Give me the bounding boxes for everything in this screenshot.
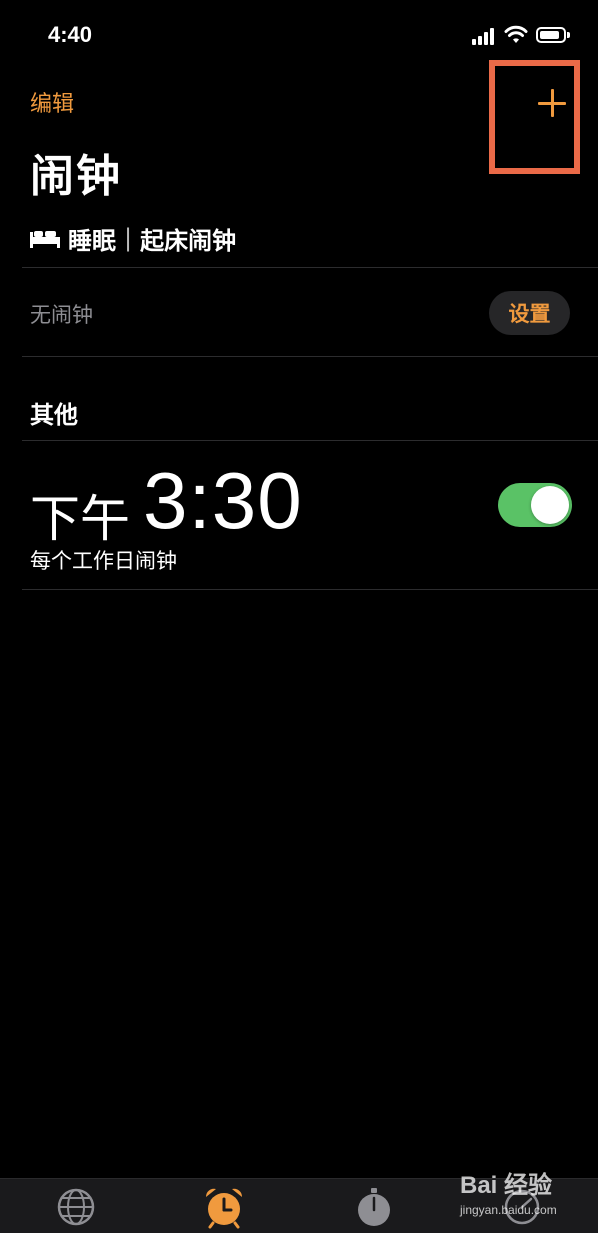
alarm-row[interactable]: 下午 3:30 每个工作日闹钟 <box>0 441 598 589</box>
signal-icon <box>472 27 498 45</box>
sleep-label: 睡眠 <box>68 226 116 255</box>
timer-icon[interactable] <box>500 1185 544 1229</box>
wake-alarm-label: 起床闹钟 <box>140 226 237 255</box>
sleep-status: 无闹钟 <box>30 303 93 327</box>
page-title: 闹钟 <box>30 151 122 202</box>
globe-icon[interactable] <box>54 1185 98 1229</box>
sleep-header: 睡眠 | 起床闹钟 <box>30 220 236 256</box>
sleep-divider: | <box>124 224 133 252</box>
alarm-clock-icon[interactable] <box>202 1185 246 1229</box>
alarm-label: 每个工作日闹钟 <box>30 549 177 573</box>
edit-button[interactable]: 编辑 <box>30 86 74 118</box>
stopwatch-icon[interactable] <box>352 1185 396 1229</box>
separator <box>22 356 598 357</box>
alarm-period: 下午 <box>30 490 130 548</box>
wifi-icon <box>504 25 528 43</box>
bed-icon <box>30 231 60 248</box>
separator <box>22 589 598 590</box>
alarm-time: 3:30 <box>143 456 303 545</box>
status-time: 4:40 <box>48 22 93 47</box>
battery-icon <box>536 27 570 43</box>
toggle-knob <box>531 486 569 524</box>
battery-fill <box>540 31 559 39</box>
alarm-toggle[interactable] <box>498 483 572 527</box>
separator <box>22 267 598 268</box>
plus-icon[interactable] <box>536 87 568 119</box>
tab-bar <box>0 1178 598 1233</box>
other-section-header: 其他 <box>30 401 78 429</box>
setup-button[interactable]: 设置 <box>489 291 570 335</box>
